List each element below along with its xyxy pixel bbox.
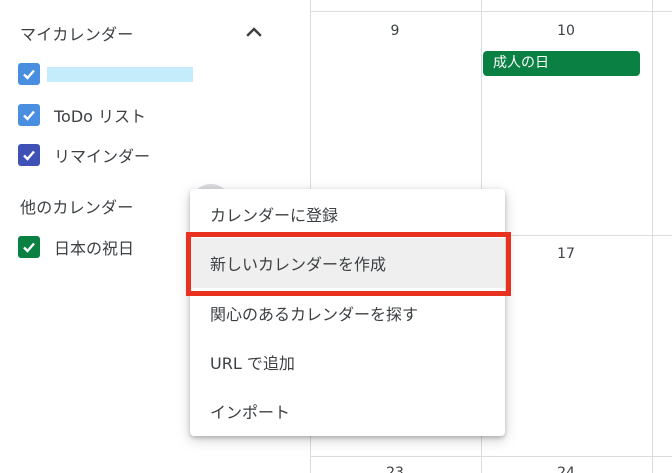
check-icon bbox=[23, 110, 35, 121]
menu-item-import[interactable]: インポート bbox=[190, 386, 505, 436]
add-calendar-menu: カレンダーに登録 新しいカレンダーを作成 関心のあるカレンダーを探す URL で… bbox=[190, 189, 505, 436]
calendar-checkbox[interactable] bbox=[18, 104, 40, 126]
collapse-my-calendars-button[interactable] bbox=[238, 18, 270, 46]
menu-item-subscribe[interactable]: カレンダーに登録 bbox=[190, 189, 505, 239]
day-number[interactable]: 17 bbox=[546, 246, 586, 262]
other-calendars-header[interactable]: 他のカレンダー bbox=[20, 194, 133, 218]
calendar-checkbox[interactable] bbox=[18, 63, 40, 85]
check-icon bbox=[23, 69, 35, 80]
day-number[interactable]: 10 bbox=[546, 23, 586, 39]
grid-divider bbox=[310, 11, 672, 12]
calendar-label: ToDo リスト bbox=[54, 107, 147, 126]
calendar-label: 日本の祝日 bbox=[54, 239, 135, 258]
calendar-item-primary[interactable] bbox=[18, 60, 193, 88]
menu-item-browse-calendars[interactable]: 関心のあるカレンダーを探す bbox=[190, 288, 505, 338]
grid-divider bbox=[310, 456, 672, 457]
calendar-item-todo[interactable]: ToDo リスト bbox=[18, 101, 146, 129]
check-icon bbox=[23, 242, 35, 253]
calendar-name-redacted bbox=[47, 66, 193, 82]
day-number[interactable]: 24 bbox=[546, 465, 586, 473]
calendar-checkbox[interactable] bbox=[18, 144, 40, 166]
chevron-up-icon bbox=[246, 27, 262, 37]
my-calendars-header[interactable]: マイカレンダー bbox=[20, 21, 133, 45]
calendar-item-holidays[interactable]: 日本の祝日 bbox=[18, 233, 134, 261]
calendar-label: リマインダー bbox=[54, 147, 151, 166]
check-icon bbox=[23, 150, 35, 161]
menu-item-create-calendar[interactable]: 新しいカレンダーを作成 bbox=[190, 238, 505, 288]
grid-divider bbox=[652, 0, 653, 473]
event-chip[interactable]: 成人の日 bbox=[483, 51, 640, 76]
calendar-item-reminders[interactable]: リマインダー bbox=[18, 141, 150, 169]
day-number[interactable]: 9 bbox=[375, 23, 415, 39]
menu-item-add-by-url[interactable]: URL で追加 bbox=[190, 337, 505, 387]
calendar-checkbox[interactable] bbox=[18, 236, 40, 258]
calendar-app: マイカレンダー ToDo リスト リマインダー 他のカレンダー 日本の祝日 9 … bbox=[0, 0, 672, 473]
day-number[interactable]: 23 bbox=[375, 465, 415, 473]
